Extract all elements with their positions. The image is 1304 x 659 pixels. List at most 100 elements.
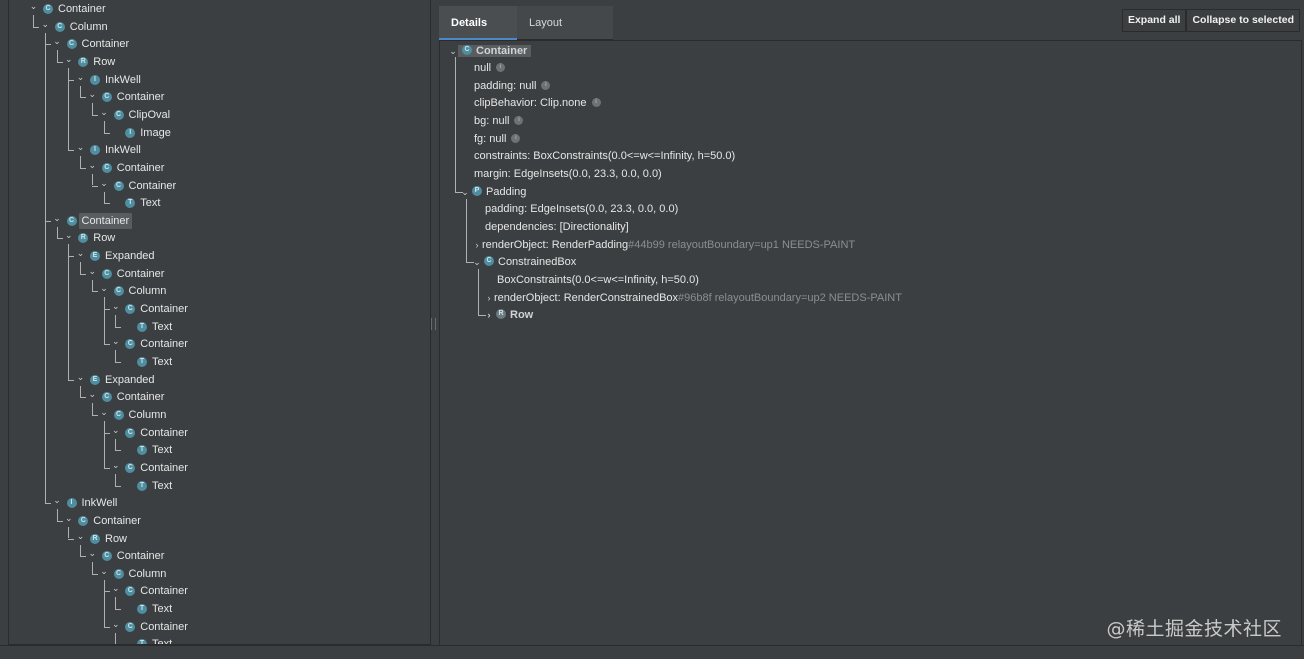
property-row[interactable]: bg: null i [474,113,524,129]
collapse-to-selected-button[interactable]: Collapse to selected [1186,9,1300,32]
chevron-down-icon[interactable]: ⌄ [76,528,85,544]
chevron-right-icon[interactable]: › [484,307,494,323]
tree-node-label: InkWell [81,497,118,510]
tree-guide [91,403,93,415]
property-row[interactable]: padding: null i [474,78,551,94]
chevron-down-icon[interactable]: ⌄ [53,210,62,226]
tree-guide [44,32,46,504]
chevron-down-icon[interactable]: ⌄ [448,43,458,59]
chevron-down-icon[interactable]: ⌄ [76,369,85,385]
chevron-down-icon[interactable]: ⌄ [64,227,73,243]
chevron-down-icon[interactable]: ⌄ [88,545,97,561]
chevron-down-icon[interactable]: ⌄ [64,51,73,67]
chevron-down-icon[interactable]: ⌄ [111,422,120,438]
tree-node-label: Text [140,197,161,210]
tree-guide [91,291,98,293]
widget-tree-panel[interactable]: ⌄ C Container ⌄ C Column ⌄ C Container ⌄ R Row ⌄ I Ink… [8,0,431,645]
tree-node-label: InkWell [105,73,141,86]
chevron-down-icon[interactable]: ⌄ [111,457,120,473]
property-row[interactable]: BoxConstraints(0.0<=w<=Infinity, h=50.0) [497,272,699,288]
widget-icon: C [484,256,494,267]
tab-layout-explorer[interactable]: Layout Explorer [517,6,613,63]
chevron-down-icon[interactable]: ⌄ [472,254,482,270]
constrainedbox-node-label: ConstrainedBox [498,256,577,268]
row-node-label: Row [510,309,534,321]
row-node-row[interactable]: › R Row [484,307,534,323]
tree-node-label: Image [140,126,171,139]
tree-guide [91,573,98,575]
chevron-down-icon[interactable]: ⌄ [460,184,470,200]
widget-icon: C [101,268,112,279]
chevron-down-icon[interactable]: ⌄ [53,492,62,508]
tree-node-label: Column [128,408,167,421]
chevron-down-icon[interactable]: ⌄ [76,245,85,261]
chevron-down-icon[interactable]: ⌄ [88,263,97,279]
padding-node-row[interactable]: ⌄ P Padding [460,184,526,200]
tree-guide [33,26,39,28]
tree-node-label: Container [140,338,188,351]
property-row[interactable]: margin: EdgeInsets(0.0, 23.3, 0.0, 0.0) [474,166,662,182]
chevron-down-icon[interactable]: ⌄ [41,16,50,32]
constrainedbox-node-row[interactable]: ⌄ C ConstrainedBox [472,254,576,270]
chevron-down-icon[interactable]: ⌄ [100,404,109,420]
tree-guide [115,362,122,363]
tree-node-label: Text [152,444,173,457]
tree-node-label: Text [152,479,173,492]
chevron-down-icon[interactable]: ⌄ [88,157,97,173]
tree-node-label: Container [140,303,188,316]
chevron-down-icon[interactable]: ⌄ [64,510,73,526]
chevron-down-icon[interactable]: ⌄ [111,580,120,596]
render-object-row[interactable]: › renderObject: RenderConstrainedBox#96b8… [484,290,902,306]
chevron-down-icon[interactable]: ⌄ [111,333,120,349]
tree-node-label: Container [140,426,188,439]
tree-guide [68,526,70,539]
render-object-row[interactable]: › renderObject: RenderPadding#44b99 relay… [472,237,856,253]
tree-guide [56,238,63,240]
info-icon: i [514,115,524,125]
property-row[interactable]: fg: null i [474,131,521,147]
chevron-down-icon[interactable]: ⌄ [100,175,109,191]
tree-guide [80,273,86,275]
tree-guide [68,538,75,540]
tree-node-label: Container [116,267,165,280]
chevron-down-icon[interactable]: ⌄ [111,616,120,632]
property-row[interactable]: constraints: BoxConstraints(0.0<=w<=Infi… [474,148,735,164]
chevron-right-icon[interactable]: › [484,290,494,306]
chevron-down-icon[interactable]: ⌄ [100,104,109,120]
widget-icon: C [113,409,124,420]
widget-icon: I [90,145,100,156]
chevron-down-icon[interactable]: ⌄ [29,0,38,14]
expand-all-button[interactable]: Expand all [1121,9,1187,32]
chevron-down-icon[interactable]: ⌄ [76,69,85,85]
widget-icon: R [78,233,89,244]
property-row[interactable]: dependencies: [Directionality] [485,219,629,235]
chevron-down-icon[interactable]: ⌄ [100,563,109,579]
widget-icon: C [113,568,124,579]
pane-splitter[interactable] [431,318,436,330]
widget-icon: C [66,215,77,226]
tree-node-label: Column [69,20,108,33]
tree-guide [80,167,86,169]
widget-icon: C [125,586,136,597]
widget-icon: C [66,39,77,50]
tree-guide [478,269,479,315]
chevron-right-icon[interactable]: › [472,237,482,253]
property-row[interactable]: clipBehavior: Clip.none i [474,95,601,111]
property-row[interactable]: null i [474,60,506,76]
chevron-down-icon[interactable]: ⌄ [76,139,85,155]
details-root-row[interactable]: ⌄ C Container [448,43,532,59]
tree-guide [103,579,105,627]
chevron-down-icon[interactable]: ⌄ [53,33,62,49]
details-tree-panel[interactable]: ⌄ C Container null i padding: null i clipBeh… [439,40,1302,646]
tab-details-tree[interactable]: Details Tree [439,6,517,63]
chevron-down-icon[interactable]: ⌄ [88,86,97,102]
property-row[interactable]: padding: EdgeInsets(0.0, 23.3, 0.0, 0.0) [485,201,678,217]
tree-node-label: Container [116,550,165,563]
chevron-down-icon[interactable]: ⌄ [88,386,97,402]
widget-icon: R [496,309,506,320]
chevron-down-icon[interactable]: ⌄ [100,280,109,296]
widget-icon: T [125,198,136,209]
widget-icon: C [125,462,136,473]
chevron-down-icon[interactable]: ⌄ [111,298,120,314]
tree-guide [115,597,117,610]
